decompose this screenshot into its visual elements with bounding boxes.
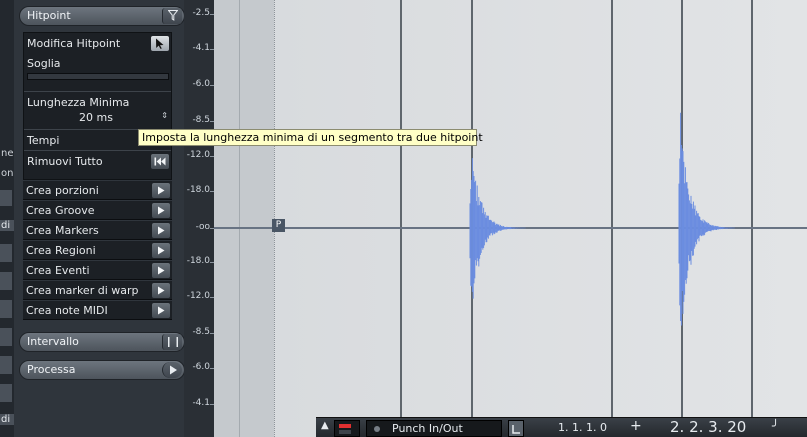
sliver-block[interactable] xyxy=(0,356,12,374)
edit-hitpoint-tool-button[interactable] xyxy=(151,36,169,51)
add-button[interactable]: + xyxy=(630,418,642,434)
divider xyxy=(24,150,171,151)
punch-in-out-toggle[interactable]: Punch In/Out xyxy=(366,420,502,437)
process-section-header[interactable]: Processa xyxy=(19,360,185,380)
hitpoint-section-header[interactable]: Hitpoint xyxy=(19,6,185,26)
min-length-label: Lunghezza Minima xyxy=(27,96,130,109)
action-label: Crea Groove xyxy=(26,204,95,217)
sliver-block[interactable] xyxy=(0,384,12,402)
range-section-title: Intervallo xyxy=(27,335,79,348)
action-label: Crea marker di warp xyxy=(26,284,139,297)
action-label: Crea porzioni xyxy=(26,184,99,197)
sliver-item[interactable]: di xyxy=(0,220,14,231)
ruler-tick-label: -4.1 xyxy=(192,398,210,408)
edit-hitpoint-label: Modifica Hitpoint xyxy=(27,37,121,50)
action-row[interactable]: Crea Eventi xyxy=(23,261,172,280)
hitpoint-controls-box: Modifica Hitpoint Soglia Lunghezza Minim… xyxy=(23,32,172,180)
sliver-item[interactable]: di xyxy=(0,414,14,425)
action-row[interactable]: Crea Markers xyxy=(23,221,172,240)
divider xyxy=(24,91,171,92)
play-icon[interactable] xyxy=(152,223,170,238)
min-length-stepper-icon[interactable]: ⇕ xyxy=(161,111,168,120)
collapse-arrow-icon[interactable]: ▲ xyxy=(321,420,329,431)
filter-icon[interactable] xyxy=(162,8,182,24)
action-label: Crea Regioni xyxy=(26,244,96,257)
ruler-tick-label: -8.5 xyxy=(192,327,210,337)
action-row[interactable]: Crea Groove xyxy=(23,201,172,220)
play-icon[interactable] xyxy=(152,243,170,258)
ruler-tick-label: -4.1 xyxy=(192,43,210,53)
ruler-tick-label: -18.0 xyxy=(186,256,210,266)
punch-indicator-icon xyxy=(374,426,380,432)
action-row[interactable]: Crea note MIDI xyxy=(23,301,172,320)
action-row[interactable]: Crea marker di warp xyxy=(23,281,172,300)
ruler-tick-label: -6.0 xyxy=(192,79,210,89)
right-locator-icon[interactable]: ╯ xyxy=(772,419,779,433)
sliver-block[interactable] xyxy=(0,244,12,262)
ruler-tick-label: -12.0 xyxy=(186,150,210,160)
ruler-tick-label: -18.0 xyxy=(186,185,210,195)
play-icon[interactable] xyxy=(152,303,170,318)
hitpoint-section-title: Hitpoint xyxy=(27,9,71,22)
ruler-tick-label: -2.5 xyxy=(192,8,210,18)
remove-all-label[interactable]: Rimuovi Tutto xyxy=(27,155,103,168)
ruler-tick-label: -12.0 xyxy=(186,291,210,301)
threshold-slider[interactable] xyxy=(27,73,169,80)
range-section-header[interactable]: Intervallo xyxy=(19,332,185,352)
sliver-block[interactable] xyxy=(0,272,12,290)
play-icon[interactable] xyxy=(152,183,170,198)
play-icon[interactable] xyxy=(152,263,170,278)
tooltip: Imposta la lunghezza minima di un segmen… xyxy=(138,129,483,146)
punch-label: Punch In/Out xyxy=(392,422,463,435)
position-display[interactable]: 2. 2. 3. 20 xyxy=(670,418,746,436)
play-icon[interactable] xyxy=(152,283,170,298)
audio-waveform xyxy=(469,112,735,326)
amplitude-ruler: -2.5 -4.1 -6.0 -8.5 -12.0 -18.0 -oo -18.0 -12.0 -… xyxy=(184,0,214,437)
left-locator-icon[interactable] xyxy=(508,420,524,437)
sliver-block[interactable] xyxy=(0,190,12,206)
record-level-meter xyxy=(334,420,360,437)
process-section-title: Processa xyxy=(27,363,76,376)
play-icon[interactable] xyxy=(152,203,170,218)
sliver-item[interactable]: one xyxy=(0,168,14,179)
action-row[interactable]: Crea porzioni xyxy=(23,181,172,200)
action-label: Crea Markers xyxy=(26,224,99,237)
ruler-tick-label: -oo xyxy=(195,222,210,232)
waveform-editor[interactable]: P xyxy=(214,0,807,437)
min-length-value[interactable]: 20 ms xyxy=(79,111,113,124)
left-locator-value[interactable]: 1. 1. 1. 0 xyxy=(558,421,607,434)
action-label: Crea note MIDI xyxy=(26,304,108,317)
remove-all-button[interactable] xyxy=(151,154,169,169)
sliver-item[interactable]: ne xyxy=(0,148,14,159)
hitpoint-inspector: Hitpoint Modifica Hitpoint Soglia Lunghe… xyxy=(14,0,185,437)
sliver-block[interactable] xyxy=(0,328,12,346)
left-panel-sliver: ne one di di xyxy=(0,0,14,437)
process-play-icon[interactable] xyxy=(162,362,182,378)
ruler-tick-label: -6.0 xyxy=(192,362,210,372)
beats-label: Tempi xyxy=(27,134,60,147)
action-row[interactable]: Crea Regioni xyxy=(23,241,172,260)
action-label: Crea Eventi xyxy=(26,264,90,277)
p-marker[interactable]: P xyxy=(272,219,285,232)
range-icon[interactable] xyxy=(162,334,182,350)
sliver-block[interactable] xyxy=(0,300,12,318)
ruler-tick-label: -8.5 xyxy=(192,115,210,125)
transport-bar: ▲ Punch In/Out 1. 1. 1. 0 + 2. 2. 3. 20 … xyxy=(316,417,807,437)
threshold-label: Soglia xyxy=(27,57,61,70)
